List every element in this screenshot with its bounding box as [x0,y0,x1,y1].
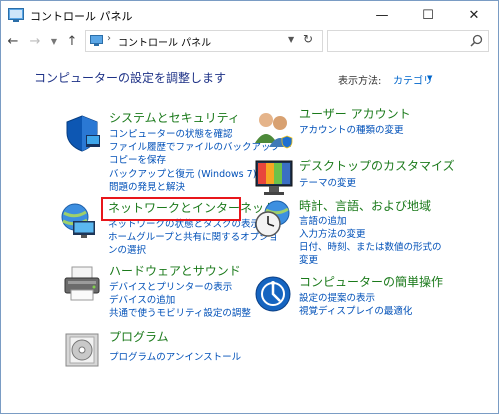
category-link[interactable]: デバイスとプリンターの表示 [109,279,232,293]
view-by-label: 表示方法: [338,76,382,87]
category-link[interactable]: 入力方法の変更 [299,226,366,240]
category-title[interactable]: 時計、言語、および地域 [299,197,431,214]
control-panel-window: コントロール パネル — ☐ ✕ ← → ▼ ↑ › コントロール パネル ▼ … [0,0,499,414]
category-link[interactable]: プログラムのアンインストール [109,349,241,363]
control-panel-address-icon [90,35,103,46]
category-title[interactable]: デスクトップのカスタマイズ [299,157,455,174]
window-title: コントロール パネル [30,10,133,23]
category-link[interactable]: ンの選択 [108,242,146,256]
category-link[interactable]: デバイスの追加 [109,292,175,306]
search-input[interactable] [327,30,489,52]
category-link[interactable]: バックアップと復元 (Windows 7) [109,166,256,180]
back-button[interactable]: ← [4,32,22,50]
category-title[interactable]: システムとセキュリティ [109,109,240,126]
highlight-box [101,197,241,221]
category-link[interactable]: コンピューターの状態を確認 [109,126,233,140]
category-link[interactable]: テーマの変更 [299,175,356,189]
navigation-bar: ← → ▼ ↑ › コントロール パネル ▼ ↻ [1,30,498,54]
network-globe-icon[interactable] [59,201,99,241]
category-title[interactable]: プログラム [109,328,169,345]
clock-globe-icon[interactable] [253,199,293,239]
category-link[interactable]: 設定の提案の表示 [299,290,375,304]
category-link[interactable]: アカウントの種類の変更 [299,122,404,136]
search-icon [470,34,483,47]
desktop-monitor-icon[interactable] [254,158,294,198]
chevron-down-icon: ▼ [50,36,58,46]
refresh-icon[interactable]: ↻ [303,32,313,46]
users-icon[interactable] [253,109,293,149]
recent-locations-button[interactable]: ▼ [45,32,63,50]
breadcrumb-separator: › [107,33,111,44]
breadcrumb[interactable]: コントロール パネル [118,34,211,49]
minimize-button[interactable]: — [359,1,405,30]
category-link[interactable]: 視覚ディスプレイの最適化 [299,303,412,317]
shield-icon[interactable] [62,113,102,153]
category-title[interactable]: ユーザー アカウント [299,105,411,122]
arrow-up-icon: ↑ [66,33,78,49]
close-icon: ✕ [468,8,480,23]
category-title[interactable]: コンピューターの簡単操作 [299,273,443,290]
category-title[interactable]: ハードウェアとサウンド [109,262,241,279]
up-button[interactable]: ↑ [63,32,81,50]
forward-button[interactable]: → [26,32,44,50]
category-link[interactable]: 言語の追加 [299,213,347,227]
category-link[interactable]: 共通で使うモビリティ設定の調整 [109,305,251,319]
minimize-icon: — [375,8,389,23]
control-panel-app-icon [8,8,24,22]
arrow-left-icon: ← [7,33,19,49]
address-dropdown-icon[interactable]: ▼ [288,35,294,44]
category-link[interactable]: 日付、時刻、または数値の形式の [299,239,442,253]
category-link[interactable]: 変更 [299,252,318,266]
chevron-down-icon[interactable]: ▼ [427,74,432,82]
page-title: コンピューターの設定を調整します [34,71,227,85]
maximize-button[interactable]: ☐ [405,1,451,30]
title-bar: コントロール パネル — ☐ ✕ [1,1,498,30]
ease-of-access-icon[interactable] [253,274,293,314]
close-button[interactable]: ✕ [451,1,497,30]
arrow-right-icon: → [29,33,41,49]
category-link[interactable]: 問題の発見と解決 [109,179,185,193]
programs-disc-icon[interactable] [62,330,102,370]
maximize-icon: ☐ [422,8,434,23]
address-bar[interactable]: › コントロール パネル ▼ ↻ [85,30,323,52]
category-link[interactable]: コピーを保存 [109,152,166,166]
printer-icon[interactable] [62,264,102,304]
